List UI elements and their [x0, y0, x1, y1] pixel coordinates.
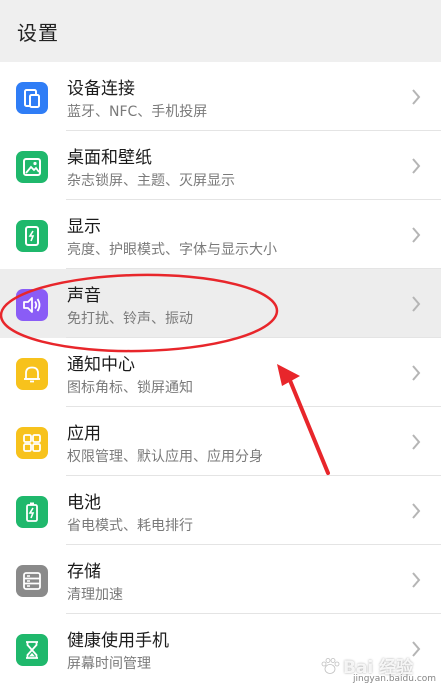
baidu-jingyan-watermark: Bai 经验 jingyan.baidu.com — [315, 653, 437, 689]
paw-logo-icon — [321, 658, 340, 674]
settings-item-label: 存储 — [67, 562, 101, 582]
hourglass-icon — [16, 634, 48, 666]
settings-item-storage[interactable]: 存储 清理加速 — [0, 545, 441, 614]
settings-item-wallpaper[interactable]: 桌面和壁纸 杂志锁屏、主题、灭屏显示 — [0, 131, 441, 200]
settings-list: 设备连接 蓝牙、NFC、手机投屏 桌面和壁纸 杂志锁屏、主题、灭屏显示 显示 亮… — [0, 62, 441, 697]
wallpaper-icon — [16, 151, 48, 183]
chevron-right-icon — [412, 296, 421, 312]
settings-item-apps[interactable]: 应用 权限管理、默认应用、应用分身 — [0, 407, 441, 476]
chevron-right-icon — [412, 227, 421, 243]
settings-header: 设置 — [0, 0, 441, 62]
settings-item-device-connection[interactable]: 设备连接 蓝牙、NFC、手机投屏 — [0, 62, 441, 131]
settings-item-label: 桌面和壁纸 — [67, 148, 152, 168]
chevron-right-icon — [412, 572, 421, 588]
chevron-right-icon — [412, 503, 421, 519]
chevron-right-icon — [412, 365, 421, 381]
watermark-url: jingyan.baidu.com — [353, 674, 437, 684]
settings-item-label: 设备连接 — [67, 79, 135, 99]
battery-icon — [16, 496, 48, 528]
settings-item-subtitle: 蓝牙、NFC、手机投屏 — [67, 104, 208, 120]
settings-item-subtitle: 图标角标、锁屏通知 — [67, 380, 193, 396]
settings-item-sound[interactable]: 声音 免打扰、铃声、振动 — [0, 269, 441, 338]
settings-item-label: 电池 — [67, 493, 101, 513]
settings-item-subtitle: 免打扰、铃声、振动 — [67, 311, 193, 327]
settings-item-subtitle: 权限管理、默认应用、应用分身 — [67, 449, 263, 465]
settings-item-subtitle: 屏幕时间管理 — [67, 656, 151, 672]
chevron-right-icon — [412, 434, 421, 450]
storage-icon — [16, 565, 48, 597]
settings-item-label: 声音 — [67, 286, 101, 306]
settings-item-label: 显示 — [67, 217, 101, 237]
page-title: 设置 — [17, 21, 59, 45]
settings-item-battery[interactable]: 电池 省电模式、耗电排行 — [0, 476, 441, 545]
chevron-right-icon — [412, 158, 421, 174]
settings-item-label: 健康使用手机 — [67, 631, 169, 651]
settings-item-notifications[interactable]: 通知中心 图标角标、锁屏通知 — [0, 338, 441, 407]
display-icon — [16, 220, 48, 252]
settings-item-subtitle: 清理加速 — [67, 587, 123, 603]
chevron-right-icon — [412, 89, 421, 105]
bell-icon — [16, 358, 48, 390]
apps-grid-icon — [16, 427, 48, 459]
device-connection-icon — [16, 82, 48, 114]
settings-item-label: 应用 — [67, 424, 101, 444]
settings-item-display[interactable]: 显示 亮度、护眼模式、字体与显示大小 — [0, 200, 441, 269]
sound-icon — [16, 289, 48, 321]
settings-item-subtitle: 省电模式、耗电排行 — [67, 518, 193, 534]
settings-item-subtitle: 亮度、护眼模式、字体与显示大小 — [67, 242, 277, 258]
settings-item-subtitle: 杂志锁屏、主题、灭屏显示 — [67, 173, 235, 189]
settings-item-label: 通知中心 — [67, 355, 135, 375]
